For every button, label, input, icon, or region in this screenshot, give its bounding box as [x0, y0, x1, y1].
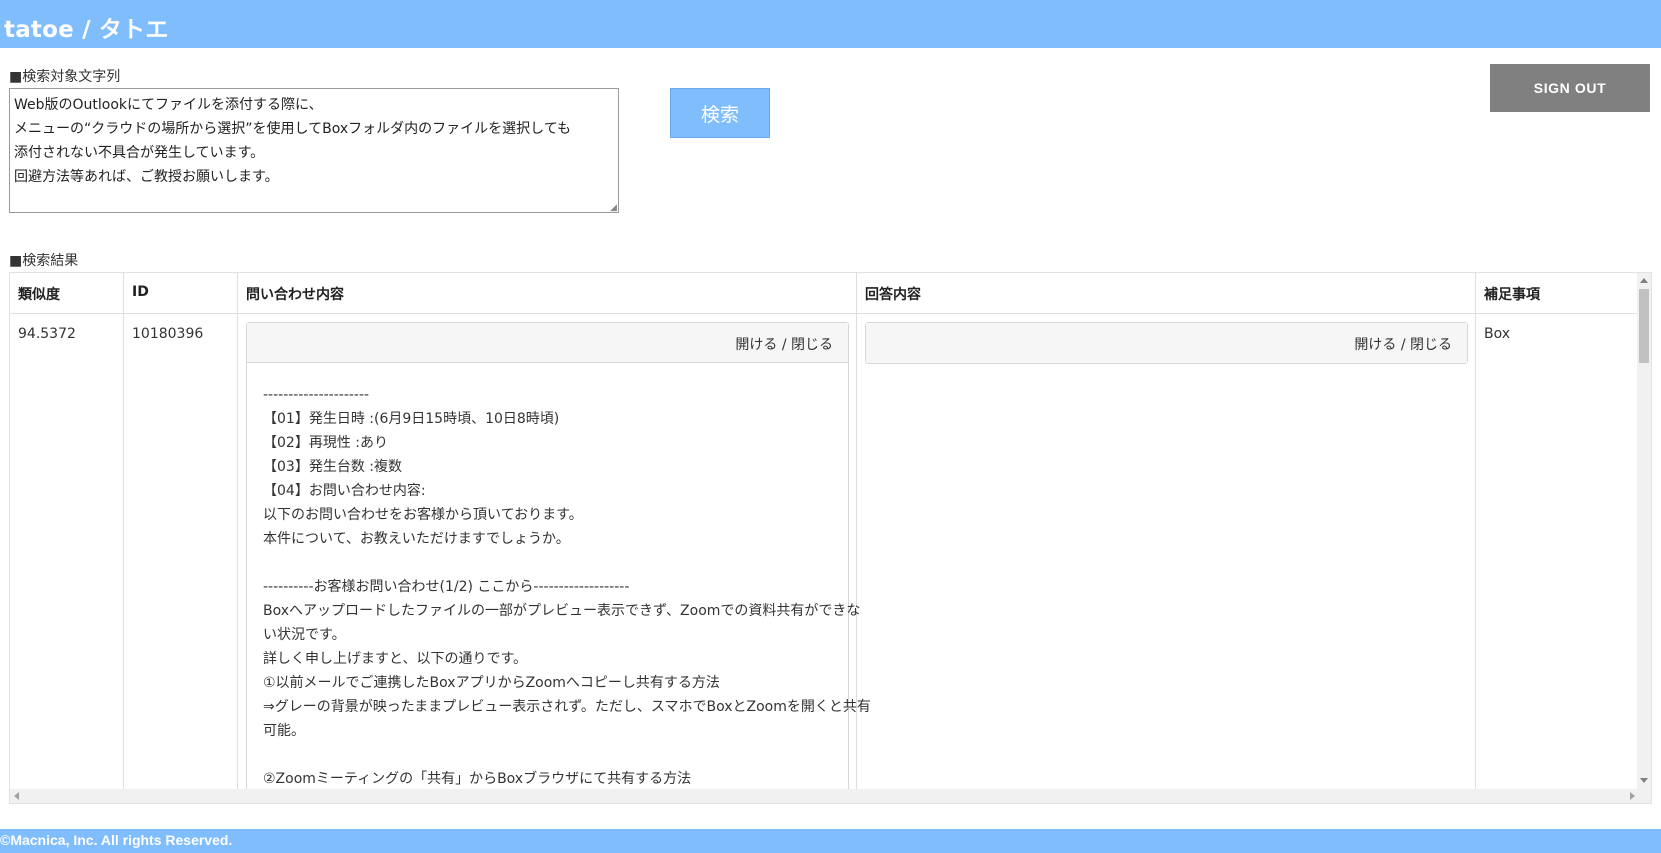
inquiry-line: 【04】お問い合わせ内容:	[263, 483, 426, 499]
inquiry-line: 可能。	[263, 723, 305, 739]
copyright-text: ©Macnica, Inc. All rights Reserved.	[0, 832, 233, 848]
column-answer: 回答内容 開ける / 閉じる	[857, 273, 1476, 789]
inquiry-line	[263, 743, 832, 767]
vertical-scrollbar[interactable]	[1637, 273, 1651, 789]
inquiry-line: 【03】発生台数 :複数	[263, 459, 402, 475]
results-table[interactable]: 類似度 94.5372 ID 10180396 問い合わせ内容 開ける / 閉じ…	[9, 272, 1652, 804]
header-similarity: 類似度	[10, 273, 123, 314]
scroll-up-icon[interactable]	[1640, 278, 1648, 283]
inquiry-line: 詳しく申し上げますと、以下の通りです。	[263, 651, 528, 667]
vertical-scroll-thumb[interactable]	[1639, 289, 1649, 363]
inquiry-line	[263, 551, 832, 575]
answer-toggle-button[interactable]: 開ける / 閉じる	[866, 323, 1467, 363]
similarity-value: 94.5372	[18, 326, 76, 342]
inquiry-line: ----------お客様お問い合わせ(1/2) ここから-----------…	[263, 579, 630, 595]
inquiry-line: 【01】発生日時 :(6月9日15時頃、10日8時頃)	[263, 411, 560, 427]
results-label: ■検索結果	[9, 253, 79, 269]
header-answer: 回答内容	[857, 273, 1475, 314]
column-id: ID 10180396	[124, 273, 238, 789]
query-label: ■検索対象文字列	[9, 69, 121, 85]
column-notes: 補足事項 Box	[1476, 273, 1637, 789]
scroll-left-icon[interactable]	[14, 792, 19, 800]
scroll-down-icon[interactable]	[1640, 778, 1648, 783]
inquiry-panel: 開ける / 閉じる --------------------- 【01】発生日時 …	[246, 322, 871, 802]
notes-value: Box	[1484, 326, 1511, 342]
inquiry-line: ①以前メールでご連携したBoxアプリからZoomへコピーし共有する方法	[263, 675, 720, 691]
app-header: tatoe / タトエ	[0, 0, 1661, 48]
inquiry-toggle-button[interactable]: 開ける / 閉じる	[247, 323, 848, 363]
header-inquiry: 問い合わせ内容	[238, 273, 856, 314]
inquiry-text: --------------------- 【01】発生日時 :(6月9日15時頃…	[247, 363, 871, 791]
resize-grip-icon[interactable]: ◢	[610, 204, 618, 213]
id-value: 10180396	[132, 326, 204, 342]
inquiry-line: ②Zoomミーティングの「共有」からBoxブラウザにて共有する方法	[263, 771, 692, 787]
inquiry-line: い状況です。	[263, 627, 346, 643]
column-similarity: 類似度 94.5372	[10, 273, 124, 789]
sign-out-button[interactable]: SIGN OUT	[1490, 64, 1650, 112]
inquiry-line: ⇒グレーの背景が映ったままプレビュー表示されず。ただし、スマホでBoxとZoom…	[263, 699, 871, 715]
inquiry-line: 以下のお問い合わせをお客様から頂いております。	[263, 507, 583, 523]
inquiry-line: 【02】再現性 :あり	[263, 435, 388, 451]
inquiry-line: ---------------------	[263, 387, 370, 403]
scroll-right-icon[interactable]	[1630, 792, 1635, 800]
inquiry-line: Boxへアップロードしたファイルの一部がプレビュー表示できず、Zoomでの資料共…	[263, 603, 861, 619]
header-id: ID	[124, 273, 237, 314]
horizontal-scrollbar[interactable]	[10, 789, 1651, 803]
app-footer: ©Macnica, Inc. All rights Reserved.	[0, 829, 1661, 853]
column-inquiry: 問い合わせ内容 開ける / 閉じる --------------------- 【…	[238, 273, 871, 802]
search-button[interactable]: 検索	[670, 88, 770, 138]
inquiry-line: 本件について、お教えいただけますでしょうか。	[263, 531, 570, 547]
header-notes: 補足事項	[1476, 273, 1637, 314]
answer-panel: 開ける / 閉じる	[865, 322, 1468, 364]
query-textarea[interactable]	[9, 88, 619, 213]
app-title: tatoe / タトエ	[4, 17, 169, 43]
